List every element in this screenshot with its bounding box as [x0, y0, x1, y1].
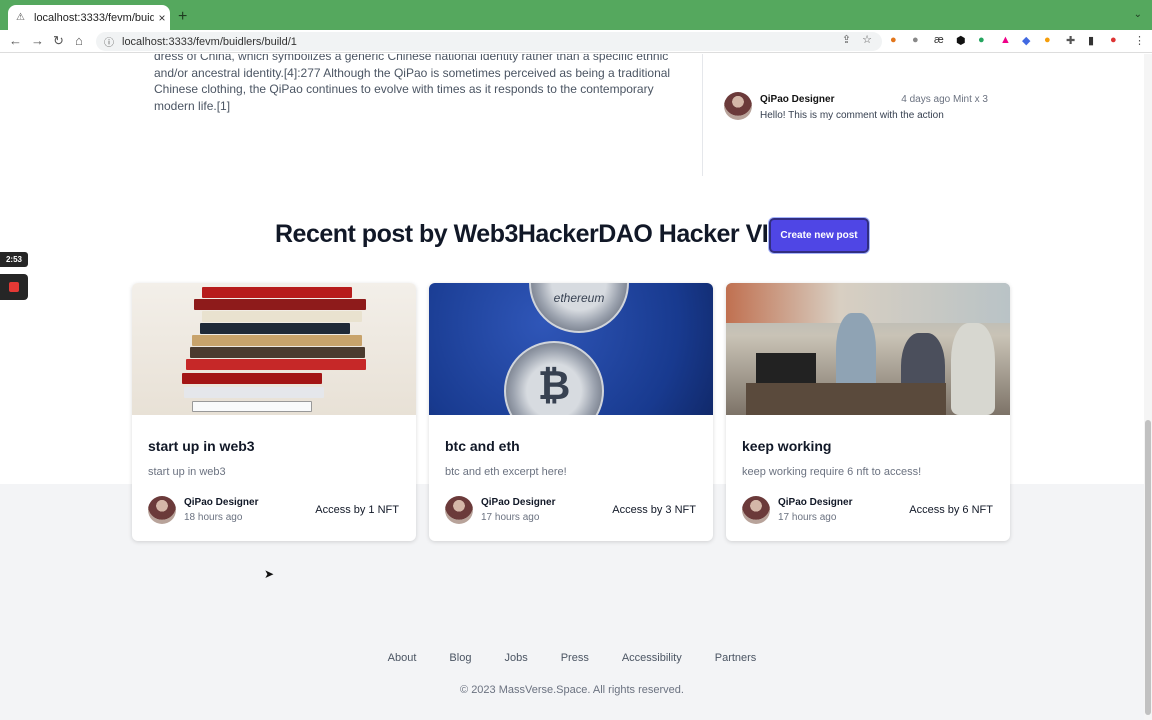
new-tab-button[interactable]: + [178, 8, 187, 26]
footer-link-accessibility[interactable]: Accessibility [622, 652, 682, 664]
home-icon[interactable]: ⌂ [75, 33, 83, 48]
footer-link-partners[interactable]: Partners [715, 652, 757, 664]
extensions-icon[interactable]: ✚ [1066, 34, 1075, 47]
post-card[interactable]: start up in web3 start up in web3 QiPao … [132, 283, 416, 541]
omnibox-actions: ⇪ ☆ [834, 33, 872, 46]
post-author: QiPao Designer [481, 497, 556, 508]
post-excerpt: btc and eth excerpt here! [445, 466, 567, 478]
url-text: localhost:3333/fevm/buidlers/build/1 [122, 35, 297, 48]
book-spine [182, 373, 322, 384]
post-title[interactable]: btc and eth [445, 438, 520, 454]
stop-icon [9, 282, 19, 292]
warning-favicon-icon: ⚠ [16, 11, 25, 23]
book-spine [194, 299, 366, 310]
book-spine [192, 401, 312, 412]
tab-close-icon[interactable]: × [154, 11, 170, 25]
recording-timer: 2:53 [0, 252, 28, 267]
info-icon[interactable]: ⓘ [104, 34, 114, 49]
footer-nav: About Blog Jobs Press Accessibility Part… [0, 652, 1144, 664]
desk [746, 383, 946, 415]
share-icon[interactable]: ⇪ [842, 34, 851, 46]
person [951, 323, 995, 415]
page-content: dress of China, which symbolizes a gener… [0, 54, 1144, 720]
post-author: QiPao Designer [778, 497, 853, 508]
footer-link-blog[interactable]: Blog [449, 652, 471, 664]
post-time: 17 hours ago [481, 512, 540, 523]
tab-search-icon[interactable]: ⌄ [1134, 9, 1142, 20]
post-excerpt: start up in web3 [148, 466, 226, 478]
post-card[interactable]: keep working keep working require 6 nft … [726, 283, 1010, 541]
avatar [724, 92, 752, 120]
book-spine [192, 335, 362, 346]
sidebar-icon[interactable]: ▮ [1088, 34, 1094, 47]
comment-author: QiPao Designer [760, 94, 835, 105]
recent-posts-heading: Recent post by Web3HackerDAO Hacker VIP [275, 220, 785, 248]
post-access-requirement: Access by 1 NFT [315, 504, 399, 516]
extension-icon[interactable]: ⬢ [956, 34, 966, 47]
footer: About Blog Jobs Press Accessibility Part… [0, 616, 1144, 720]
browser-tab[interactable]: ⚠ localhost:3333/fevm/buidlers/ × [8, 5, 170, 30]
post-access-requirement: Access by 3 NFT [612, 504, 696, 516]
profile-icon[interactable]: ● [1110, 34, 1117, 46]
monitor [756, 353, 816, 383]
comment-body: Hello! This is my comment with the actio… [760, 110, 944, 121]
book-spine [200, 323, 350, 334]
browser-toolbar: ← → ↻ ⌂ ⓘ localhost:3333/fevm/buidlers/b… [0, 30, 1152, 53]
post-image-crypto-coins: ethereum ₿ [429, 283, 713, 415]
book-spine [202, 311, 362, 322]
extension-icon[interactable]: ● [978, 34, 985, 46]
article-body: dress of China, which symbolizes a gener… [154, 54, 671, 113]
stop-recording-button[interactable] [0, 274, 28, 300]
extension-icon[interactable]: æ [934, 34, 944, 46]
footer-link-about[interactable]: About [388, 652, 417, 664]
post-author: QiPao Designer [184, 497, 259, 508]
extension-icon[interactable]: ● [1044, 34, 1051, 46]
cursor-icon: ➤ [264, 567, 275, 581]
post-image-books [132, 283, 416, 415]
avatar [148, 496, 176, 524]
post-title[interactable]: start up in web3 [148, 438, 255, 454]
post-title[interactable]: keep working [742, 438, 831, 454]
menu-icon[interactable]: ⋮ [1134, 34, 1145, 47]
avatar [742, 496, 770, 524]
footer-link-press[interactable]: Press [561, 652, 589, 664]
post-image-office-meeting [726, 283, 1010, 415]
extension-icon[interactable]: ▲ [1000, 34, 1011, 46]
create-new-post-button[interactable]: Create new post [769, 218, 869, 253]
ethereum-coin-text: ethereum [553, 291, 605, 305]
post-access-requirement: Access by 6 NFT [909, 504, 993, 516]
footer-link-jobs[interactable]: Jobs [504, 652, 527, 664]
post-time: 18 hours ago [184, 512, 243, 523]
browser-tab-strip: ⚠ localhost:3333/fevm/buidlers/ × + ⌄ [0, 0, 1152, 30]
metamask-extension-icon[interactable]: ● [890, 34, 897, 46]
bitcoin-symbol: ₿ [537, 363, 571, 408]
star-icon[interactable]: ☆ [862, 34, 872, 46]
post-time: 17 hours ago [778, 512, 837, 523]
scrollbar-thumb[interactable] [1145, 420, 1151, 715]
extension-icon[interactable]: ● [912, 34, 919, 46]
back-arrow-icon[interactable]: ← [9, 33, 22, 48]
extension-icon[interactable]: ◆ [1022, 34, 1030, 47]
book-spine [184, 387, 324, 398]
book-spine [190, 347, 365, 358]
address-bar[interactable]: ⓘ localhost:3333/fevm/buidlers/build/1 ⇪… [96, 32, 882, 51]
comment-meta: 4 days ago Mint x 3 [901, 94, 988, 105]
reload-icon[interactable]: ↻ [53, 33, 64, 49]
bitcoin-coin: ₿ [504, 341, 604, 415]
post-excerpt: keep working require 6 nft to access! [742, 466, 922, 478]
tab-title: localhost:3333/fevm/buidlers/ [34, 11, 154, 24]
forward-arrow-icon[interactable]: → [31, 33, 44, 48]
post-card[interactable]: ethereum ₿ btc and eth btc and eth excer… [429, 283, 713, 541]
copyright: © 2023 MassVerse.Space. All rights reser… [460, 684, 684, 696]
ethereum-coin: ethereum [529, 283, 629, 333]
book-spine [186, 359, 366, 370]
column-divider [702, 54, 703, 176]
avatar [445, 496, 473, 524]
book-spine [202, 287, 352, 298]
